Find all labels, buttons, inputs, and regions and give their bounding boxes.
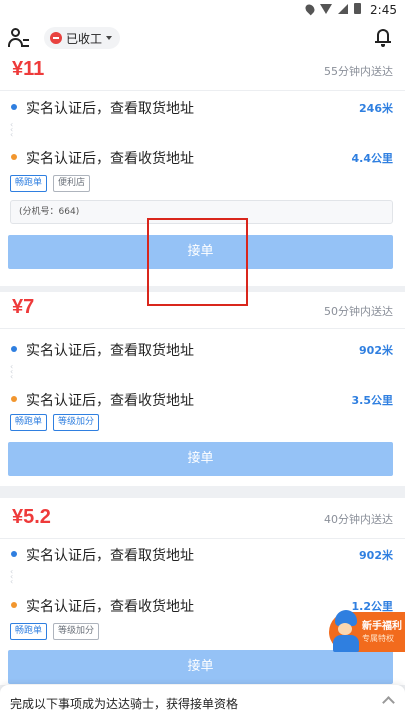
tag: 等级加分 [53, 623, 100, 640]
pickup-address: 实名认证后，查看取货地址 [26, 548, 194, 564]
pickup-row: 实名认证后，查看取货地址 902米 [0, 543, 405, 565]
status-icons [303, 2, 361, 15]
stop-icon [50, 32, 62, 44]
divider [0, 538, 405, 539]
delivery-eta: 50分钟内送达 [324, 305, 393, 318]
dropoff-dot [11, 154, 17, 160]
pickup-distance: 902米 [359, 344, 393, 357]
bell-icon[interactable] [375, 27, 391, 47]
chevron-down-icon [106, 36, 113, 40]
accept-order-button[interactable]: 接单 [8, 650, 393, 684]
pickup-distance: 246米 [359, 102, 393, 115]
order-price: ¥7 [12, 296, 35, 318]
divider [0, 328, 405, 329]
promo-subtitle: 专属特权 [362, 634, 394, 643]
tag: 畅跑单 [10, 623, 48, 640]
dropoff-row: 实名认证后，查看收货地址 4.4公里 [0, 146, 405, 168]
dropoff-address: 实名认证后，查看收货地址 [26, 599, 194, 615]
qualification-text: 完成以下事项成为达达骑士，获得接单资格 [10, 697, 239, 711]
highlight-box [147, 218, 248, 306]
dropoff-row: 实名认证后，查看收货地址 3.5公里 [0, 388, 405, 410]
order-card[interactable]: ¥5.2 40分钟内送达 实名认证后，查看取货地址 902米 ‹ ‹ ‹ 实名认证后… [0, 498, 405, 685]
order-card[interactable]: ¥7 50分钟内送达 实名认证后，查看取货地址 902米 ‹ ‹ ‹ 实名认证后，查… [0, 292, 405, 486]
signal-icon [338, 3, 348, 14]
accept-order-button[interactable]: 接单 [8, 442, 393, 476]
newbie-promo-badge[interactable]: 新手福利 专属特权 [329, 610, 405, 654]
tag: 等级加分 [53, 414, 100, 431]
battery-icon [354, 3, 361, 14]
location-icon [303, 2, 317, 15]
pickup-row: 实名认证后，查看取货地址 902米 [0, 338, 405, 360]
promo-title: 新手福利 [362, 621, 402, 632]
work-status-label: 已收工 [66, 31, 103, 46]
dropoff-distance: 4.4公里 [351, 152, 394, 165]
wifi-icon [320, 3, 332, 14]
pickup-row: 实名认证后，查看取货地址 246米 [0, 96, 405, 118]
pickup-address: 实名认证后，查看取货地址 [26, 101, 194, 117]
dropoff-dot [11, 602, 17, 608]
pickup-distance: 902米 [359, 549, 393, 562]
route-chevron-icon: ‹ ‹ ‹ [10, 362, 14, 381]
divider [0, 90, 405, 91]
tag: 畅跑单 [10, 414, 48, 431]
tag: 畅跑单 [10, 175, 48, 192]
work-status-dropdown[interactable]: 已收工 [44, 27, 121, 49]
pickup-address: 实名认证后，查看取货地址 [26, 343, 194, 359]
route-chevron-icon: ‹ ‹ ‹ [10, 567, 14, 586]
dropoff-address: 实名认证后，查看收货地址 [26, 393, 194, 409]
clock: 2:45 [370, 3, 397, 17]
delivery-eta: 55分钟内送达 [324, 65, 393, 78]
dropoff-dot [11, 396, 17, 402]
order-tags: 畅跑单 便利店 [10, 175, 91, 192]
pickup-dot [11, 346, 17, 352]
order-price: ¥11 [12, 58, 45, 80]
order-tags: 畅跑单 等级加分 [10, 414, 100, 431]
status-bar: 2:45 [0, 0, 405, 22]
chevron-up-icon[interactable] [382, 696, 395, 709]
order-price: ¥5.2 [12, 506, 51, 528]
qualification-bottom-sheet[interactable]: 完成以下事项成为达达骑士，获得接单资格 [0, 685, 405, 720]
pickup-dot [11, 104, 17, 110]
tag: 便利店 [53, 175, 91, 192]
rider-mascot-icon [329, 610, 361, 654]
order-tags: 畅跑单 等级加分 [10, 623, 100, 640]
top-bar: 已收工 [0, 22, 405, 54]
user-menu-icon[interactable] [8, 27, 30, 49]
route-chevron-icon: ‹ ‹ ‹ [10, 120, 14, 139]
pickup-dot [11, 551, 17, 557]
dropoff-address: 实名认证后，查看收货地址 [26, 151, 194, 167]
dropoff-distance: 3.5公里 [351, 394, 394, 407]
delivery-eta: 40分钟内送达 [324, 513, 393, 526]
